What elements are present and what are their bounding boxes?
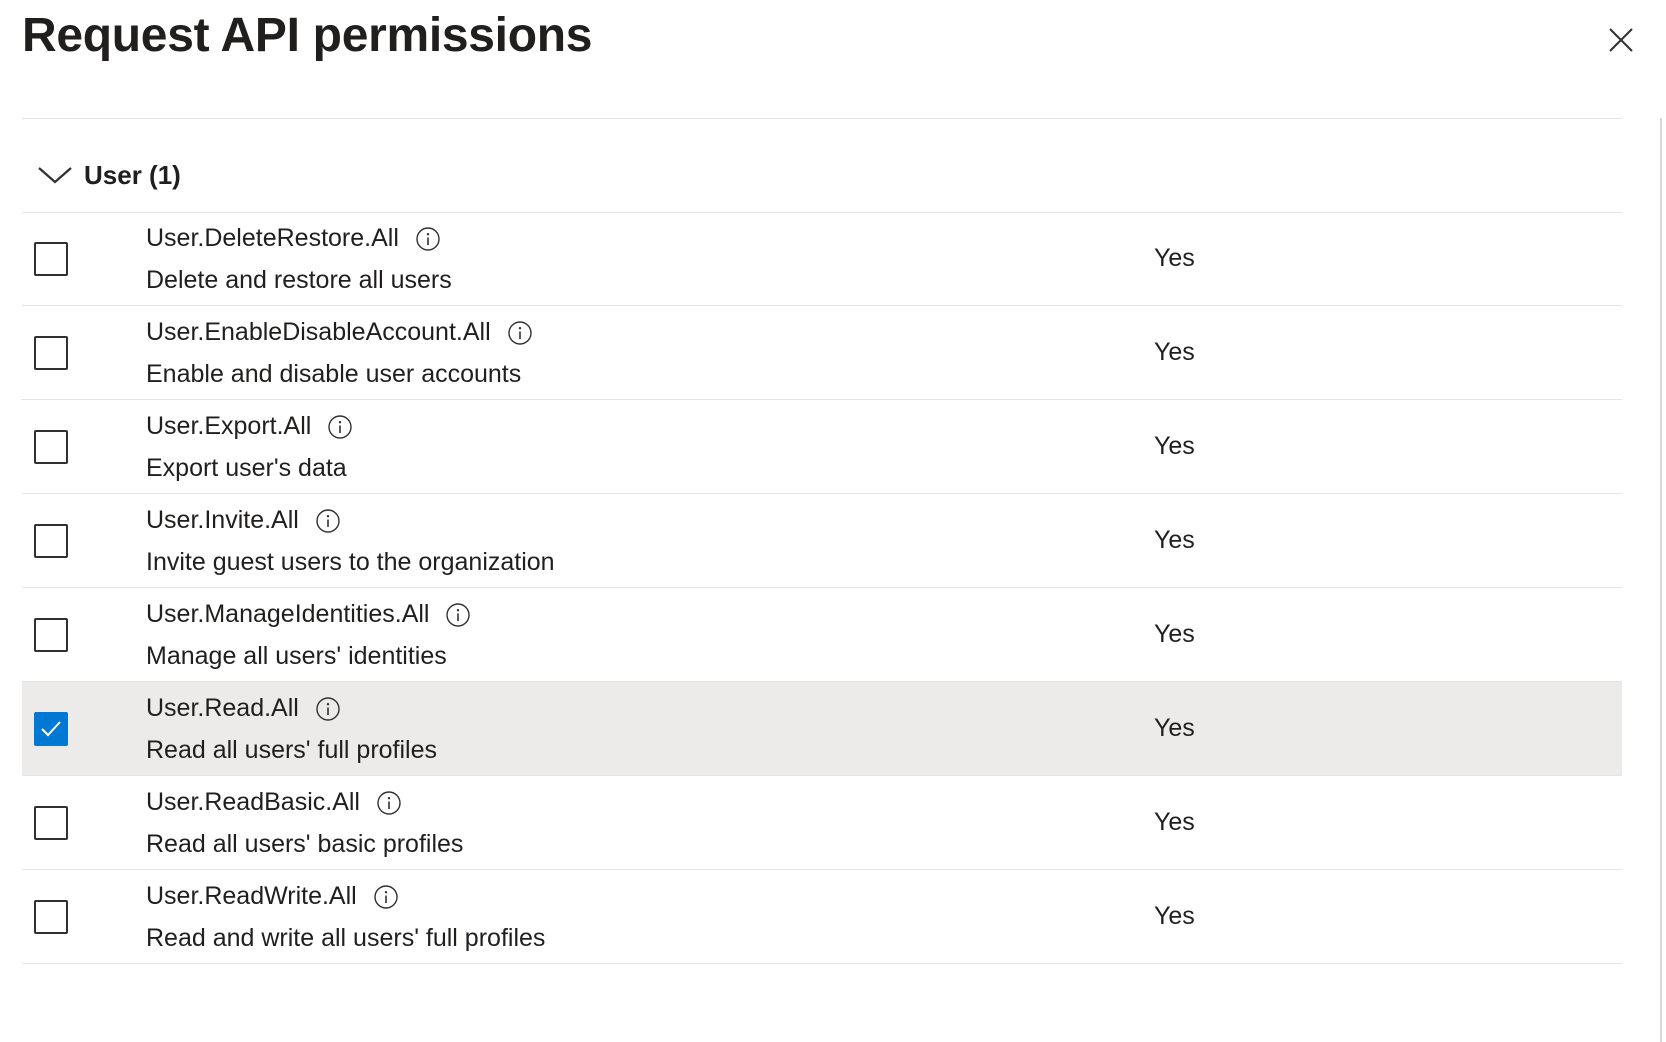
info-icon[interactable] [373, 884, 399, 910]
permission-list: User.DeleteRestore.All Delete and restor… [22, 212, 1622, 964]
permission-checkbox[interactable] [34, 806, 68, 840]
page-title: Request API permissions [22, 9, 593, 62]
permission-description: Export user's data [146, 454, 347, 482]
divider [22, 118, 1622, 119]
permission-checkbox[interactable] [34, 430, 68, 464]
permission-checkbox[interactable] [34, 524, 68, 558]
permission-name-wrap: User.Export.All [146, 412, 353, 441]
close-button[interactable] [1603, 22, 1639, 58]
table-row[interactable]: User.EnableDisableAccount.All Enable and… [22, 306, 1622, 400]
table-row[interactable]: User.Export.All Export user's data Yes [22, 400, 1622, 494]
permission-name: User.Invite.All [146, 506, 299, 534]
permission-description: Read all users' basic profiles [146, 830, 464, 858]
permission-checkbox[interactable] [34, 336, 68, 370]
scrollbar-edge [1660, 118, 1662, 1042]
permission-description: Manage all users' identities [146, 642, 447, 670]
request-api-permissions-panel: Request API permissions User (1) User.De… [0, 0, 1666, 1042]
permission-name: User.ManageIdentities.All [146, 600, 430, 628]
admin-consent-value: Yes [1154, 620, 1195, 648]
info-icon[interactable] [376, 790, 402, 816]
permission-description: Read and write all users' full profiles [146, 924, 546, 952]
permission-name-wrap: User.DeleteRestore.All [146, 224, 441, 253]
permission-checkbox[interactable] [34, 900, 68, 934]
permission-checkbox[interactable] [34, 618, 68, 652]
group-label: User (1) [84, 159, 181, 190]
permission-description: Read all users' full profiles [146, 736, 438, 764]
admin-consent-value: Yes [1154, 714, 1195, 742]
table-row[interactable]: User.Read.All Read all users' full profi… [22, 682, 1622, 776]
chevron-down-icon [38, 167, 72, 184]
info-icon[interactable] [415, 226, 441, 252]
admin-consent-value: Yes [1154, 808, 1195, 836]
permission-name: User.EnableDisableAccount.All [146, 318, 491, 346]
permission-group-toggle[interactable]: User (1) [22, 126, 1622, 224]
permission-name-wrap: User.Invite.All [146, 506, 341, 535]
permission-checkbox[interactable] [34, 242, 68, 276]
permission-name-wrap: User.ReadWrite.All [146, 882, 399, 911]
permission-name: User.DeleteRestore.All [146, 224, 399, 252]
table-row[interactable]: User.ManageIdentities.All Manage all use… [22, 588, 1622, 682]
table-row[interactable]: User.ReadWrite.All Read and write all us… [22, 870, 1622, 964]
table-row[interactable]: User.DeleteRestore.All Delete and restor… [22, 212, 1622, 306]
admin-consent-value: Yes [1154, 902, 1195, 930]
info-icon[interactable] [315, 508, 341, 534]
permission-checkbox[interactable] [34, 712, 68, 746]
info-icon[interactable] [445, 602, 471, 628]
table-row[interactable]: User.ReadBasic.All Read all users' basic… [22, 776, 1622, 870]
admin-consent-value: Yes [1154, 526, 1195, 554]
permission-name-wrap: User.ManageIdentities.All [146, 600, 471, 629]
admin-consent-value: Yes [1154, 432, 1195, 460]
checkmark-icon [41, 721, 61, 737]
permission-name: User.Export.All [146, 412, 312, 440]
admin-consent-value: Yes [1154, 244, 1195, 272]
permission-name: User.Read.All [146, 694, 299, 722]
info-icon[interactable] [507, 320, 533, 346]
info-icon[interactable] [315, 696, 341, 722]
close-icon [1609, 28, 1633, 52]
permission-description: Invite guest users to the organization [146, 548, 555, 576]
permission-name: User.ReadWrite.All [146, 882, 357, 910]
permission-description: Enable and disable user accounts [146, 360, 522, 388]
info-icon[interactable] [327, 414, 353, 440]
permission-name-wrap: User.EnableDisableAccount.All [146, 318, 533, 347]
permission-name-wrap: User.Read.All [146, 694, 341, 723]
permission-description: Delete and restore all users [146, 266, 452, 294]
admin-consent-value: Yes [1154, 338, 1195, 366]
permission-name-wrap: User.ReadBasic.All [146, 788, 402, 817]
table-row[interactable]: User.Invite.All Invite guest users to th… [22, 494, 1622, 588]
permission-name: User.ReadBasic.All [146, 788, 360, 816]
